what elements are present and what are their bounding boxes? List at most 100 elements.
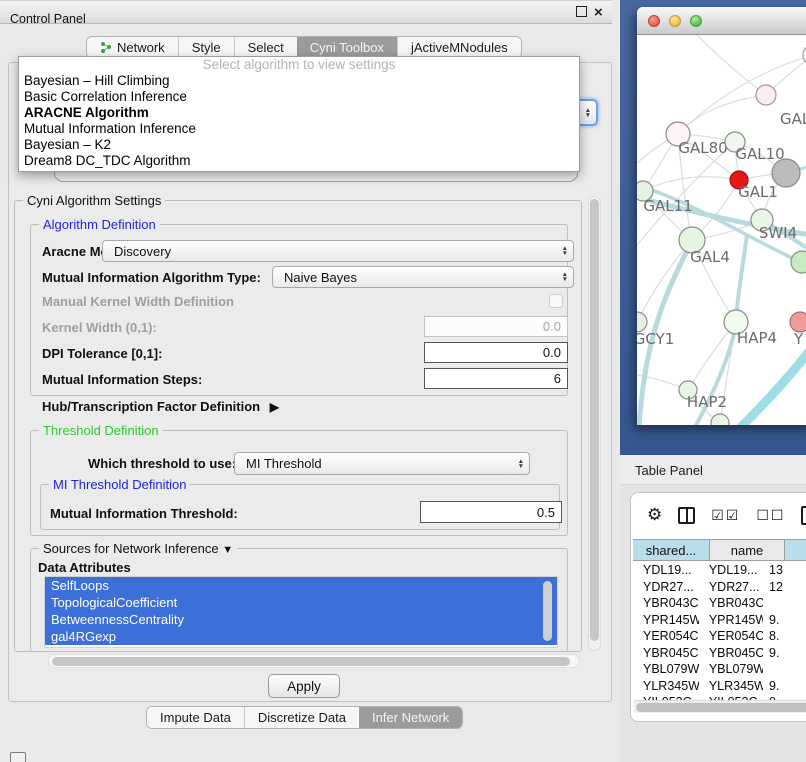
expanded-arrow-icon: ▼ [222, 544, 233, 556]
table-row[interactable]: YBL079WYBL079W [633, 661, 806, 678]
mi-steps-field[interactable]: 6 [424, 368, 568, 389]
attribute-list-item[interactable]: BetweennessCentrality [45, 611, 557, 628]
table-cell: 9. [763, 646, 806, 660]
vertical-scrollbar-thumb[interactable] [590, 199, 599, 641]
algorithm-option[interactable]: ARACNE Algorithm [19, 105, 579, 121]
algorithm-option[interactable]: Mutual Information Inference [19, 121, 579, 137]
algorithm-definition-title: Algorithm Definition [39, 217, 160, 232]
kernel-width-field[interactable]: 0.0 [424, 316, 568, 337]
tab-select[interactable]: Select [234, 37, 297, 58]
column-header-1[interactable]: shared... [633, 540, 710, 560]
list-scrollbar-thumb[interactable] [543, 581, 552, 641]
algorithm-option[interactable]: Bayesian – K2 [19, 137, 579, 153]
table-row[interactable]: YDR27...YDR27...12 [633, 579, 806, 596]
mi-type-label: Mutual Information Algorithm Type: [42, 270, 261, 285]
dpi-tolerance-label: DPI Tolerance [0,1]: [42, 346, 162, 361]
table-scrollbar-thumb[interactable] [636, 703, 806, 712]
network-canvas[interactable]: GALGAL80GAL10GAL1GAL11SWI4GAL4GCY1HAP4YH… [637, 35, 806, 425]
algorithm-option[interactable]: Basic Correlation Inference [19, 89, 579, 105]
deselect-all-checks-icon[interactable]: ☐☐ [756, 507, 785, 524]
algorithm-option[interactable]: Bayesian – Hill Climbing [19, 73, 579, 89]
network-edge-weighted [736, 235, 747, 322]
tab-infer-network[interactable]: Infer Network [359, 707, 462, 728]
network-node[interactable] [791, 251, 806, 273]
float-window-icon[interactable] [576, 6, 587, 17]
control-panel-titlebar: Control Panel × [0, 0, 612, 24]
hub-definition-label: Hub/Transcription Factor Definition [42, 399, 260, 414]
column-header-2[interactable]: name [710, 540, 785, 560]
mi-threshold-field[interactable]: 0.5 [420, 501, 562, 523]
table-cell: YDR27... [699, 580, 763, 594]
tab-label: Select [248, 40, 284, 55]
close-traffic-light-icon[interactable] [648, 15, 660, 27]
tab-style[interactable]: Style [178, 37, 234, 58]
network-node[interactable] [711, 414, 729, 425]
table-horizontal-scrollbar[interactable] [634, 700, 806, 713]
dpi-tolerance-field[interactable]: 0.0 [424, 342, 568, 363]
close-window-icon[interactable]: × [594, 4, 603, 21]
bottom-tabstrip: Impute Data Discretize DataInfer Network [146, 706, 463, 729]
network-node-label: GAL10 [735, 145, 784, 163]
tab-label: jActiveMNodules [411, 40, 508, 55]
manual-kernel-checkbox[interactable] [549, 294, 563, 308]
table-settings-gear-icon[interactable]: ⚙ [647, 505, 662, 525]
table-row[interactable]: YBR043CYBR043C [633, 595, 806, 612]
network-node-label: HAP2 [687, 393, 727, 411]
which-threshold-value: MI Threshold [246, 456, 322, 471]
attribute-list-item[interactable]: TopologicalCoefficient [45, 594, 557, 611]
mi-type-combo[interactable]: Naive Bayes ▲▼ [272, 266, 574, 288]
network-window[interactable]: GALGAL80GAL10GAL1GAL11SWI4GAL4GCY1HAP4YH… [637, 7, 806, 425]
tab-label: Cyni Toolbox [310, 40, 384, 55]
attribute-list-item[interactable]: SelfLoops [45, 577, 557, 594]
network-node-label: GCY1 [637, 330, 674, 348]
horizontal-scrollbar-thumb[interactable] [52, 657, 570, 666]
tab-cyni-toolbox[interactable]: Cyni Toolbox [297, 37, 397, 58]
network-window-titlebar[interactable] [637, 7, 806, 35]
network-node[interactable] [756, 85, 776, 105]
aracne-mode-combo[interactable]: Discovery ▲▼ [102, 240, 574, 262]
tab-label: Impute Data [160, 710, 231, 725]
attribute-list-item[interactable]: gal4RGexp [45, 628, 557, 645]
aracne-mode-value: Discovery [114, 244, 171, 259]
table-row[interactable]: YDL19...YDL19...13 [633, 562, 806, 579]
network-node-label: GAL [780, 110, 806, 128]
which-threshold-combo[interactable]: MI Threshold ▲▼ [234, 452, 530, 475]
kernel-width-label: Kernel Width (0,1): [42, 320, 157, 335]
minimize-traffic-light-icon[interactable] [669, 15, 681, 27]
column-layout-icon[interactable] [678, 507, 695, 524]
network-node-label: GAL1 [738, 183, 778, 201]
table-cell: YBR045C [633, 646, 699, 660]
collapsed-panel-icon[interactable] [10, 752, 26, 762]
table-cell: YBL079W [699, 662, 763, 676]
table-cell: YBL079W [633, 662, 699, 676]
network-node[interactable] [637, 312, 647, 332]
tab-network[interactable]: Network [87, 37, 178, 58]
table-panel-title: Table Panel [635, 463, 703, 478]
column-header-3[interactable]: A [785, 540, 806, 560]
hub-definition-toggle[interactable]: Hub/Transcription Factor Definition ▶ [42, 399, 279, 414]
tab-discretize-data[interactable]: Discretize Data [244, 707, 359, 728]
table-row[interactable]: YPR145WYPR145W9. [633, 612, 806, 629]
sources-toggle[interactable]: Sources for Network Inference ▼ [39, 541, 237, 556]
table-panel-region: Table Panel ⚙ ☑☑ ☐☐ shared...nameA YDL19… [620, 455, 806, 762]
table-cell: YBR045C [699, 646, 763, 660]
tab-jactivemnodules[interactable]: jActiveMNodules [397, 37, 521, 58]
algorithm-option[interactable]: Dream8 DC_TDC Algorithm [19, 153, 579, 169]
network-edge [697, 35, 766, 95]
combo-spinner-icon: ▲▼ [562, 246, 568, 256]
settings-horizontal-scrollbar[interactable] [48, 654, 580, 668]
network-node[interactable] [790, 312, 806, 332]
tab-impute-data[interactable]: Impute Data [147, 707, 244, 728]
mi-steps-label: Mutual Information Steps: [42, 372, 202, 387]
mi-threshold-group-title: MI Threshold Definition [49, 477, 190, 492]
data-attributes-list[interactable]: SelfLoopsTopologicalCoefficientBetweenne… [44, 576, 558, 648]
table-cell: YDR27... [633, 580, 699, 594]
table-row[interactable]: YBR045CYBR045C9. [633, 645, 806, 662]
settings-vertical-scrollbar[interactable] [588, 196, 601, 651]
select-all-checks-icon[interactable]: ☑☑ [711, 507, 740, 524]
apply-button[interactable]: Apply [268, 674, 340, 698]
table-row[interactable]: YER054CYER054C8. [633, 628, 806, 645]
table-row[interactable]: YLR345WYLR345W9. [633, 678, 806, 695]
zoom-traffic-light-icon[interactable] [690, 15, 702, 27]
export-table-icon[interactable] [801, 506, 806, 525]
